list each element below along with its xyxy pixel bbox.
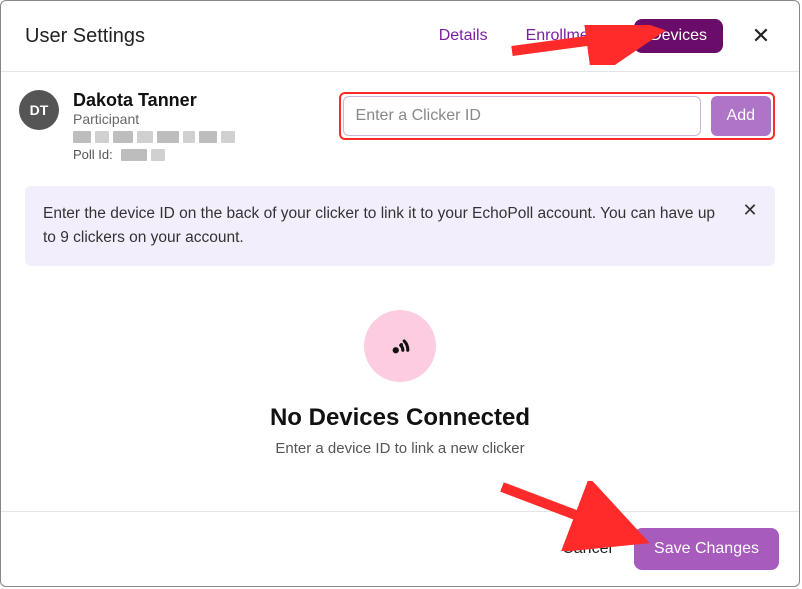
user-name: Dakota Tanner (73, 90, 273, 111)
empty-state: No Devices Connected Enter a device ID t… (25, 310, 775, 457)
user-role: Participant (73, 111, 273, 127)
clicker-id-input[interactable] (343, 96, 701, 136)
close-button[interactable]: ✕ (747, 22, 775, 50)
close-icon: ✕ (752, 23, 770, 49)
modal-header: User Settings Details Enrollments Device… (1, 1, 799, 72)
empty-state-title: No Devices Connected (270, 404, 530, 432)
modal-body: DT Dakota Tanner Participant (1, 72, 799, 511)
user-meta: Poll Id: (73, 131, 273, 162)
modal-title: User Settings (25, 25, 145, 48)
avatar: DT (19, 90, 59, 130)
info-banner: Enter the device ID on the back of your … (25, 186, 775, 266)
tab-enrollments[interactable]: Enrollments (512, 21, 624, 51)
tab-devices[interactable]: Devices (634, 19, 723, 53)
save-changes-button[interactable]: Save Changes (634, 528, 779, 570)
empty-state-subtitle: Enter a device ID to link a new clicker (275, 440, 524, 457)
tab-details[interactable]: Details (425, 21, 502, 51)
satellite-icon (364, 310, 436, 382)
redacted-line (73, 131, 273, 143)
modal-footer: Cancel Save Changes (1, 511, 799, 586)
info-dismiss-button[interactable]: ✕ (739, 200, 761, 222)
poll-id-row: Poll Id: (73, 147, 273, 162)
user-settings-modal: User Settings Details Enrollments Device… (0, 0, 800, 587)
cancel-button[interactable]: Cancel (562, 540, 612, 558)
add-button[interactable]: Add (711, 96, 771, 136)
add-device-highlight: Add (339, 92, 775, 140)
add-device-form: Add (273, 92, 775, 140)
info-banner-text: Enter the device ID on the back of your … (43, 205, 715, 246)
user-info: Dakota Tanner Participant Poll Id: (73, 90, 273, 162)
close-icon: ✕ (742, 197, 757, 225)
poll-id-label: Poll Id: (73, 147, 113, 162)
user-row: DT Dakota Tanner Participant (25, 72, 775, 172)
